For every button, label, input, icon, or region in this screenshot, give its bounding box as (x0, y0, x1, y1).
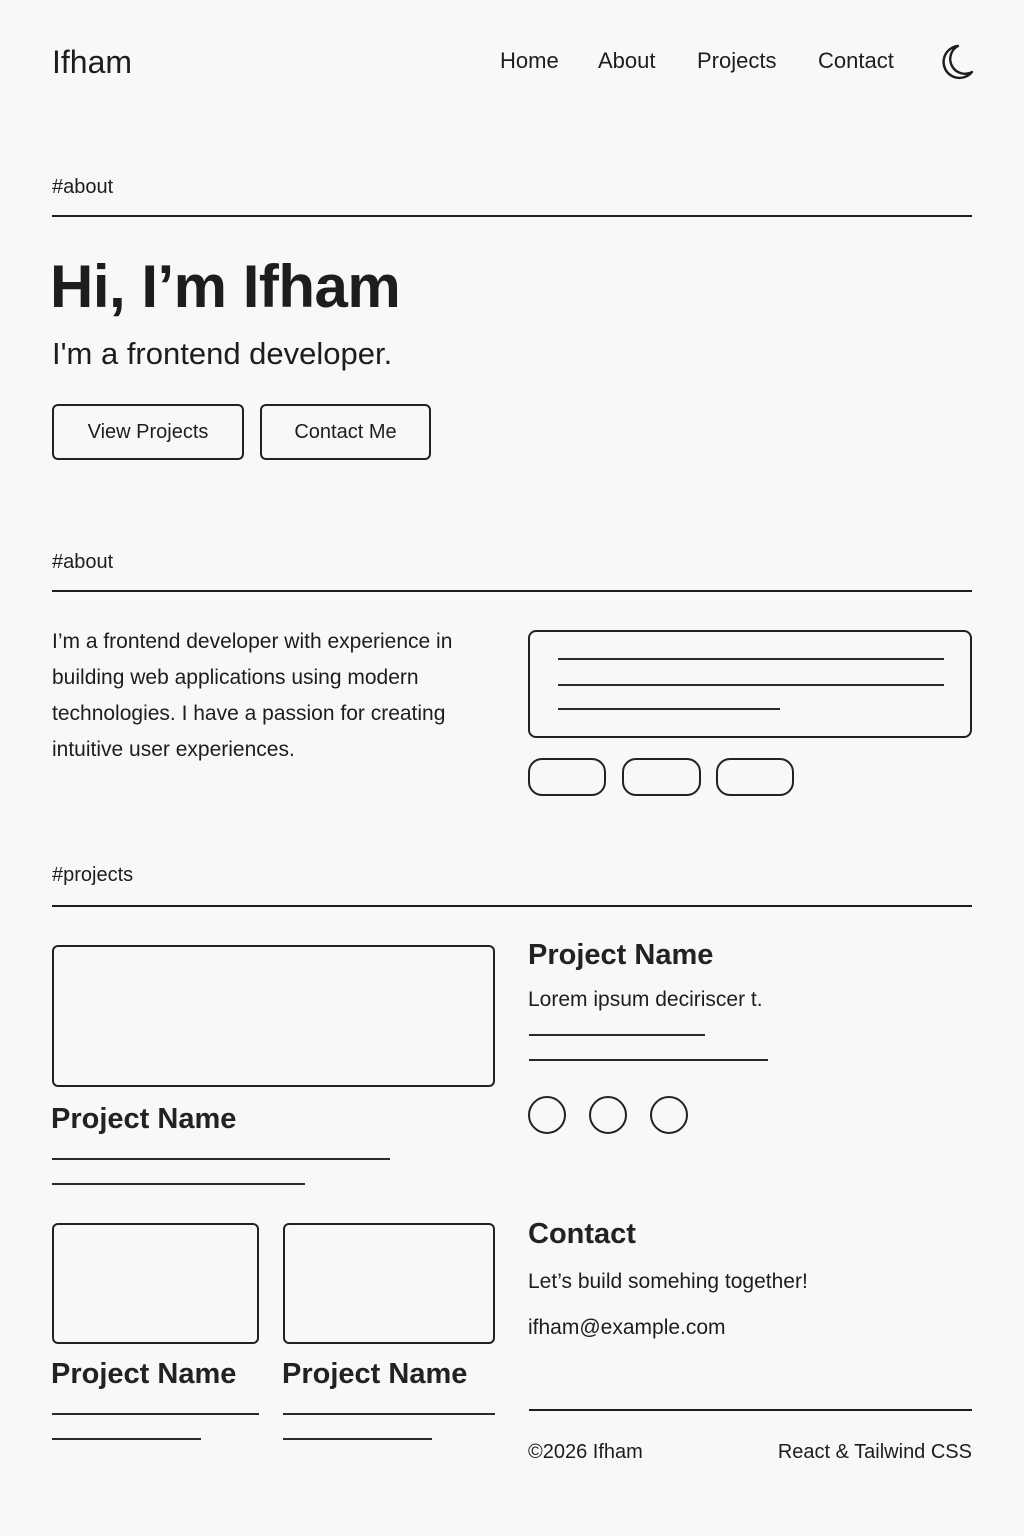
placeholder-line (529, 1034, 705, 1036)
project-link-icon[interactable] (528, 1096, 566, 1134)
featured-project-title[interactable]: Project Name (528, 939, 713, 972)
view-projects-button[interactable]: View Projects (52, 404, 244, 460)
hero-title: Hi, I’m Ifham (50, 253, 401, 320)
footer-copyright: ©2026 Ifham (528, 1441, 643, 1463)
hero-subtitle: I'm a frontend developer. (52, 336, 393, 371)
featured-project-description: Lorem ipsum deciriscer t. (528, 988, 763, 1011)
placeholder-line (283, 1438, 432, 1440)
about-placeholder-card (528, 630, 972, 738)
footer-stack: React & Tailwind CSS (777, 1441, 972, 1463)
nav-about-link[interactable]: About (598, 48, 656, 74)
projects-divider (52, 905, 972, 907)
contact-tagline: Let’s build somehing together! (528, 1270, 808, 1293)
brand-logo[interactable]: Ifham (52, 44, 132, 81)
placeholder-line (52, 1183, 305, 1185)
skill-tag-placeholder[interactable] (528, 758, 606, 796)
placeholder-line (558, 708, 780, 710)
skill-tag-placeholder[interactable] (622, 758, 701, 796)
project-link-icon[interactable] (589, 1096, 627, 1134)
about-paragraph: I’m a frontend developer with experience… (52, 630, 453, 761)
hero-divider (52, 215, 972, 217)
moon-icon[interactable] (938, 42, 976, 82)
hero-section-label: #about (52, 176, 114, 198)
project-card-title[interactable]: Project Name (51, 1103, 236, 1136)
contact-title: Contact (528, 1218, 636, 1250)
about-divider (52, 590, 972, 592)
footer-divider (529, 1409, 972, 1411)
contact-email-link[interactable]: ifham@example.com (528, 1316, 726, 1340)
placeholder-line (52, 1158, 390, 1160)
placeholder-line (558, 684, 944, 686)
placeholder-line (52, 1413, 259, 1415)
project-image-placeholder[interactable] (52, 945, 495, 1087)
placeholder-line (558, 658, 944, 660)
placeholder-line (283, 1413, 495, 1415)
project-card-title[interactable]: Project Name (51, 1358, 236, 1391)
nav-home-link[interactable]: Home (500, 48, 559, 74)
about-section-label: #about (52, 551, 114, 573)
project-image-placeholder[interactable] (52, 1223, 259, 1344)
nav-contact-link[interactable]: Contact (818, 48, 894, 74)
project-card-title[interactable]: Project Name (282, 1358, 467, 1391)
project-link-icon[interactable] (650, 1096, 688, 1134)
placeholder-line (529, 1059, 768, 1061)
skill-tag-placeholder[interactable] (716, 758, 794, 796)
placeholder-line (52, 1438, 201, 1440)
projects-section-label: #projects (52, 864, 134, 886)
nav-projects-link[interactable]: Projects (697, 48, 776, 74)
contact-me-button[interactable]: Contact Me (260, 404, 431, 460)
project-image-placeholder[interactable] (283, 1223, 495, 1344)
